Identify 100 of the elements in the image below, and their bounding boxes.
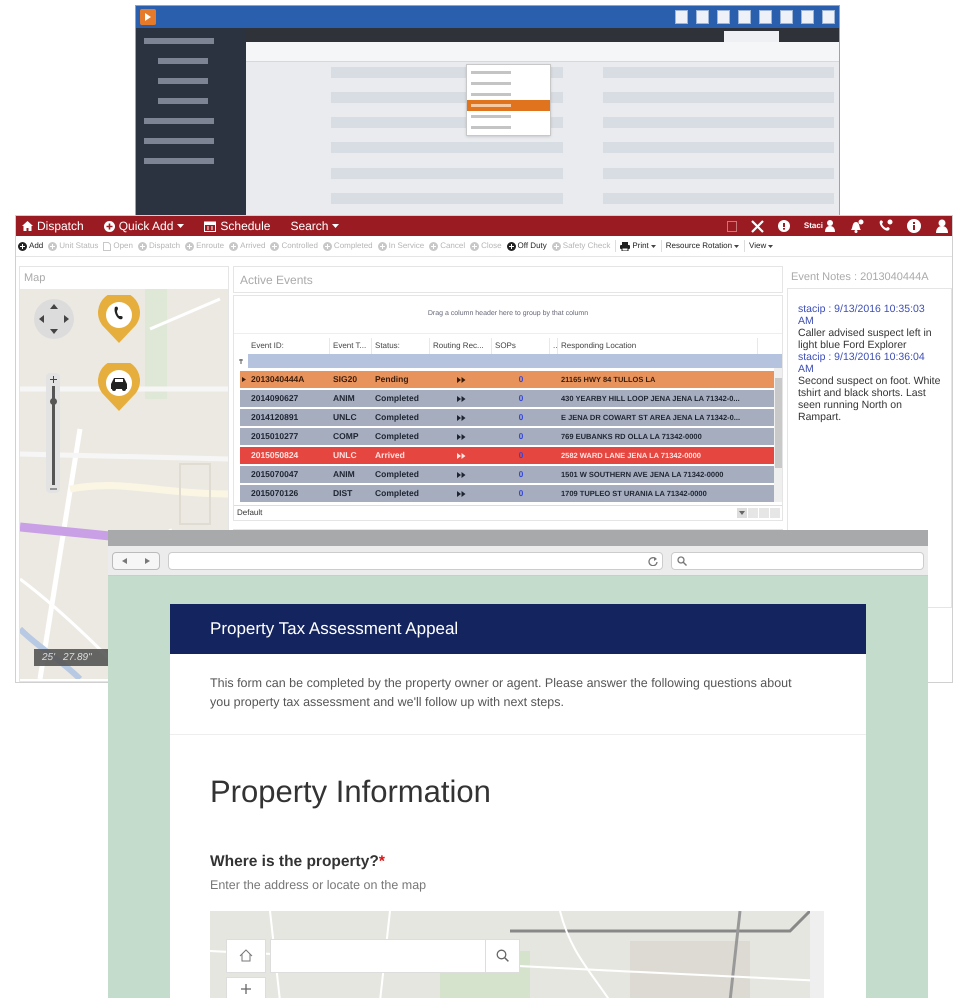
nav-item[interactable]: Dispatch: [22, 217, 84, 235]
sidebar-item[interactable]: [144, 118, 214, 124]
toolbar-icon-button[interactable]: [738, 10, 751, 24]
table-cell-text: Completed: [374, 392, 420, 405]
caret-icon: [177, 224, 184, 228]
circle-icon: [229, 242, 238, 250]
toolbar-icon-button[interactable]: [696, 10, 709, 24]
back-icon[interactable]: [122, 558, 127, 564]
zoom-thumb[interactable]: [50, 398, 56, 405]
layout-select[interactable]: Default: [234, 507, 737, 519]
filter-row-marker-icon: [239, 358, 243, 364]
zoom-slider[interactable]: [46, 373, 60, 493]
forward-icon[interactable]: [145, 558, 150, 564]
table-cell-text: Arrived: [374, 449, 406, 462]
dropdown-arrow-icon[interactable]: [737, 508, 747, 518]
current-row-marker-icon: [242, 377, 246, 382]
tab[interactable]: [724, 31, 779, 42]
home-button[interactable]: [226, 938, 266, 972]
circle-icon: [18, 242, 27, 250]
sidebar-item[interactable]: [158, 98, 208, 104]
toolbar-button[interactable]: Resource Rotation: [660, 240, 740, 252]
info-icon[interactable]: [907, 219, 922, 233]
fast-forward-icon[interactable]: [456, 434, 466, 440]
scrollbar[interactable]: [774, 368, 782, 502]
address-field[interactable]: [168, 552, 663, 570]
app-logo-icon: [140, 9, 156, 25]
sidebar-item[interactable]: [158, 78, 208, 84]
table-cell-text: Completed: [374, 430, 420, 443]
fast-forward-icon[interactable]: [456, 452, 466, 458]
square-icon[interactable]: [726, 220, 737, 232]
circle-icon: [470, 242, 480, 250]
sidebar-item[interactable]: [144, 138, 214, 144]
zoom-in-button[interactable]: [226, 976, 266, 998]
table-cell-text: Completed: [374, 487, 420, 500]
nav-label: Dispatch: [37, 218, 84, 235]
nav-label: Search: [290, 218, 328, 235]
caret-icon: [768, 244, 774, 248]
table-cell-text: ANIM: [332, 392, 356, 405]
calendar-icon: [204, 220, 216, 232]
toolbar-icon-button[interactable]: [822, 10, 835, 24]
bell-icon[interactable]: [849, 219, 864, 233]
menu-item[interactable]: [467, 100, 550, 111]
toolbar-button[interactable]: Off Duty: [506, 240, 547, 252]
panel-title: Map: [24, 270, 46, 286]
nav-item[interactable]: Quick Add: [104, 217, 184, 235]
panel-title: Event Notes : 2013040444A: [791, 270, 929, 285]
scale-label: 25': [42, 651, 56, 665]
plus-icon: [241, 984, 251, 994]
fast-forward-icon[interactable]: [456, 396, 466, 402]
fast-forward-icon[interactable]: [456, 490, 466, 496]
table-cell-text: COMP: [332, 430, 360, 443]
question-hint: Enter the address or locate on the map: [210, 876, 428, 894]
note-author: stacip : 9/13/2016 10:35:03 AM: [798, 303, 926, 327]
table-cell-text: 2015070126: [250, 487, 300, 500]
toolbar-icon-button[interactable]: [675, 10, 688, 24]
sidebar-item[interactable]: [144, 158, 214, 164]
nav-item[interactable]: Search: [290, 217, 340, 235]
note-author: stacip : 9/13/2016 10:36:04 AM: [798, 351, 926, 375]
phone-pin-icon[interactable]: [98, 295, 140, 343]
toolbar-icon-button[interactable]: [759, 10, 772, 24]
nav-item[interactable]: Schedule: [204, 217, 270, 235]
table-cell-text: Completed: [374, 411, 420, 424]
car-pin-icon[interactable]: [98, 363, 140, 411]
fast-forward-icon[interactable]: [456, 376, 466, 382]
table-cell-text: 2013040444A: [250, 373, 306, 386]
search-field[interactable]: [671, 552, 924, 570]
back-forward-buttons[interactable]: [112, 552, 160, 570]
reload-icon[interactable]: [648, 556, 658, 566]
search-icon[interactable]: [496, 949, 509, 962]
scale-label: 27.89": [63, 651, 92, 665]
toolbar-icon-button[interactable]: [717, 10, 730, 24]
table-cell-text: 2015050824: [250, 449, 300, 462]
table-cell-text: 2015010277: [250, 430, 300, 443]
toolbar-icon-button[interactable]: [801, 10, 814, 24]
circle-icon: [138, 242, 147, 250]
table-cell-text: SIG20: [332, 373, 358, 386]
search-icon: [677, 556, 687, 566]
toolbar-icon-button[interactable]: [780, 10, 793, 24]
map-search-field[interactable]: [270, 938, 520, 972]
fast-forward-icon[interactable]: [456, 472, 466, 478]
note-text: Second suspect on foot. White tshirt and black shorts. Last seen running North on Rampart.: [798, 375, 941, 423]
help-icon[interactable]: [778, 220, 790, 232]
toolbar-button[interactable]: Add: [18, 240, 44, 252]
table-cell-text: 2014120891: [250, 411, 300, 424]
table-cell-text: ANIM: [332, 468, 356, 481]
fast-forward-icon[interactable]: [456, 414, 466, 420]
nav-label: Quick Add: [118, 218, 174, 235]
toolbar-button[interactable]: Print: [615, 240, 656, 252]
sidebar-item[interactable]: [144, 38, 214, 44]
phone-icon[interactable]: [878, 219, 893, 233]
zoom-in-icon[interactable]: [50, 376, 56, 383]
note-text: Caller advised suspect left in light blue Ford Explorer: [798, 327, 933, 351]
filter-row[interactable]: [248, 354, 782, 368]
table-cell-text: Pending: [374, 373, 410, 386]
pan-control[interactable]: [34, 299, 74, 339]
circle-icon: [429, 242, 438, 250]
section-heading: Property Information: [210, 773, 492, 811]
toolbar-button[interactable]: View: [744, 240, 774, 252]
sidebar-item[interactable]: [158, 58, 208, 64]
circle-icon: [185, 242, 194, 250]
